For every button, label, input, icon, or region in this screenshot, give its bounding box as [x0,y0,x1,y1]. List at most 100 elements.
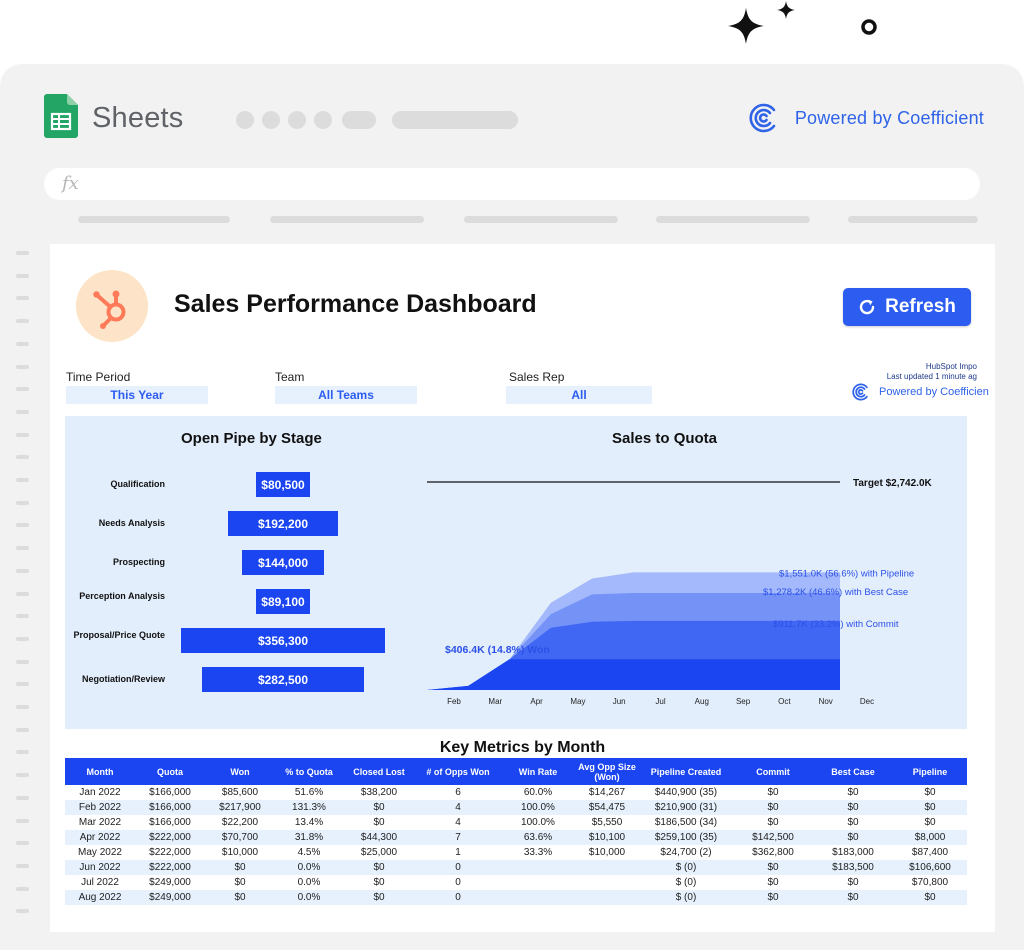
column-header-placeholder [270,216,424,223]
stage-bar: $356,300 [181,628,385,653]
table-cell: Feb 2022 [65,800,135,815]
filter-value-time-period[interactable]: This Year [66,386,208,404]
powered-by-coefficient-small[interactable]: Powered by Coefficien [851,382,989,402]
refresh-button[interactable]: Refresh [843,288,971,326]
row-header-placeholder [16,841,29,846]
key-metrics-title: Key Metrics by Month [439,739,606,756]
series-label: $1,278.2K (46.6%) with Best Case [763,587,908,598]
table-cell: $440,900 (35) [654,787,718,798]
table-cell: $0 [373,817,385,828]
table-cell [501,860,575,875]
x-tick-label: Jun [613,697,626,706]
table-cell: $0 [813,830,893,845]
filter-value-sales-rep[interactable]: All [506,386,652,404]
placeholder-dot [262,111,280,129]
column-header-placeholder [464,216,618,223]
row-header-placeholder [16,591,29,596]
table-row: Mar 2022 $166,000 $22,200 13.4% $0 4 100.0% $5,… [65,815,967,830]
table-cell: 6 [455,787,461,798]
column-header: Closed Lost [343,758,415,785]
table-cell: $0 [205,890,275,905]
row-header-placeholder [16,455,29,460]
charts-panel: Open Pipe by Stage Sales to Quota Qualif… [65,416,967,729]
stage-bar: $80,500 [256,472,310,497]
fx-icon: fx [62,173,79,194]
stage-bar: $144,000 [241,550,325,575]
powered-by-coefficient[interactable]: Powered by Coefficient [747,100,984,136]
x-tick-label: Nov [819,697,833,706]
table-cell: $166,000 [149,787,191,798]
table-cell: $5,550 [591,817,623,828]
table-row: Aug 2022 $249,000 $0 0.0% $0 0 $ (0) $0 $0 $0 [65,890,967,905]
row-header-placeholder [16,818,29,823]
filter-label-team: Team [275,370,305,384]
table-cell: $249,000 [149,877,191,888]
table-cell: $217,900 [205,800,275,815]
app-name: Sheets [92,102,184,134]
row-header-placeholder [16,409,29,414]
sparkle-icon [728,8,764,44]
table-cell: $38,200 [360,787,398,798]
row-header-placeholder [16,273,29,278]
coefficient-logo-icon [749,103,776,133]
table-row: Jun 2022 $222,000 $0 0.0% $0 0 $ (0) $0 $183,500… [65,860,967,875]
sparkle-decoration [728,1,877,44]
column-header: Avg Opp Size (Won) [575,758,639,785]
x-tick-label: May [570,697,585,706]
table-cell: $142,500 [733,830,813,845]
column-header: Quota [135,758,205,785]
table-cell: $10,000 [588,847,626,858]
table-cell [501,875,575,890]
table-cell: $0 [373,877,385,888]
import-source: HubSpot Impo [925,362,977,371]
table-cell: $166,000 [149,817,191,828]
table-cell: $44,300 [343,830,415,845]
x-tick-label: Jul [655,697,665,706]
stage-label: Proposal/Price Quote [73,630,165,640]
table-row: Jul 2022 $249,000 $0 0.0% $0 0 $ (0) $0 $0 $70,80… [65,875,967,890]
placeholder-dot [288,111,306,129]
series-label: $406.4K (14.8%) Won [445,644,550,656]
column-header: Won [205,758,275,785]
table-cell: $0 [813,890,893,905]
area-series-won [427,659,840,690]
sales-to-quota-chart: Target $2,742.0K $1,551.0K (56.6%) with P… [427,478,933,706]
column-header: # of Opps Won [415,758,501,785]
table-cell: 63.6% [501,830,575,845]
refresh-icon [859,299,875,315]
row-header-placeholder [16,705,29,709]
table-cell: $22,200 [221,817,259,828]
formula-bar[interactable]: fx [44,168,980,200]
table-cell: $85,600 [221,787,259,798]
table-cell: 4.5% [297,847,321,858]
filter-value-team[interactable]: All Teams [275,386,417,404]
column-headers [78,216,978,224]
series-label: $1,551.0K (56.6%) with Pipeline [779,568,914,579]
stage-bar: $89,100 [256,589,310,614]
table-cell: $0 [343,860,415,875]
sparkle-icon [777,1,795,19]
table-cell: 0 [415,860,501,875]
row-header-placeholder [16,251,29,255]
table-cell: $222,000 [135,860,205,875]
table-cell: $54,475 [575,800,639,815]
title-bar: Sheets Powered by Coefficient [44,94,984,142]
table-cell: $14,267 [588,787,626,798]
circle-icon [861,19,877,35]
x-tick-label: Aug [695,697,709,706]
table-cell: 4 [415,800,501,815]
x-tick-label: Mar [488,697,502,706]
dashboard-title: Sales Performance Dashboard [174,290,537,318]
table-cell: $106,600 [893,860,967,875]
table-cell: $0 [343,890,415,905]
table-cell: $87,400 [911,847,949,858]
column-header: Win Rate [501,758,575,785]
stage-value-label: $282,500 [257,672,309,687]
table-cell: 60.0% [523,787,553,798]
row-header-placeholder [16,387,29,392]
table-cell: 1 [455,847,461,858]
table-cell [575,860,639,875]
table-cell: $0 [205,860,275,875]
row-header-placeholder [16,341,29,346]
table-cell: Jan 2022 [79,787,121,798]
